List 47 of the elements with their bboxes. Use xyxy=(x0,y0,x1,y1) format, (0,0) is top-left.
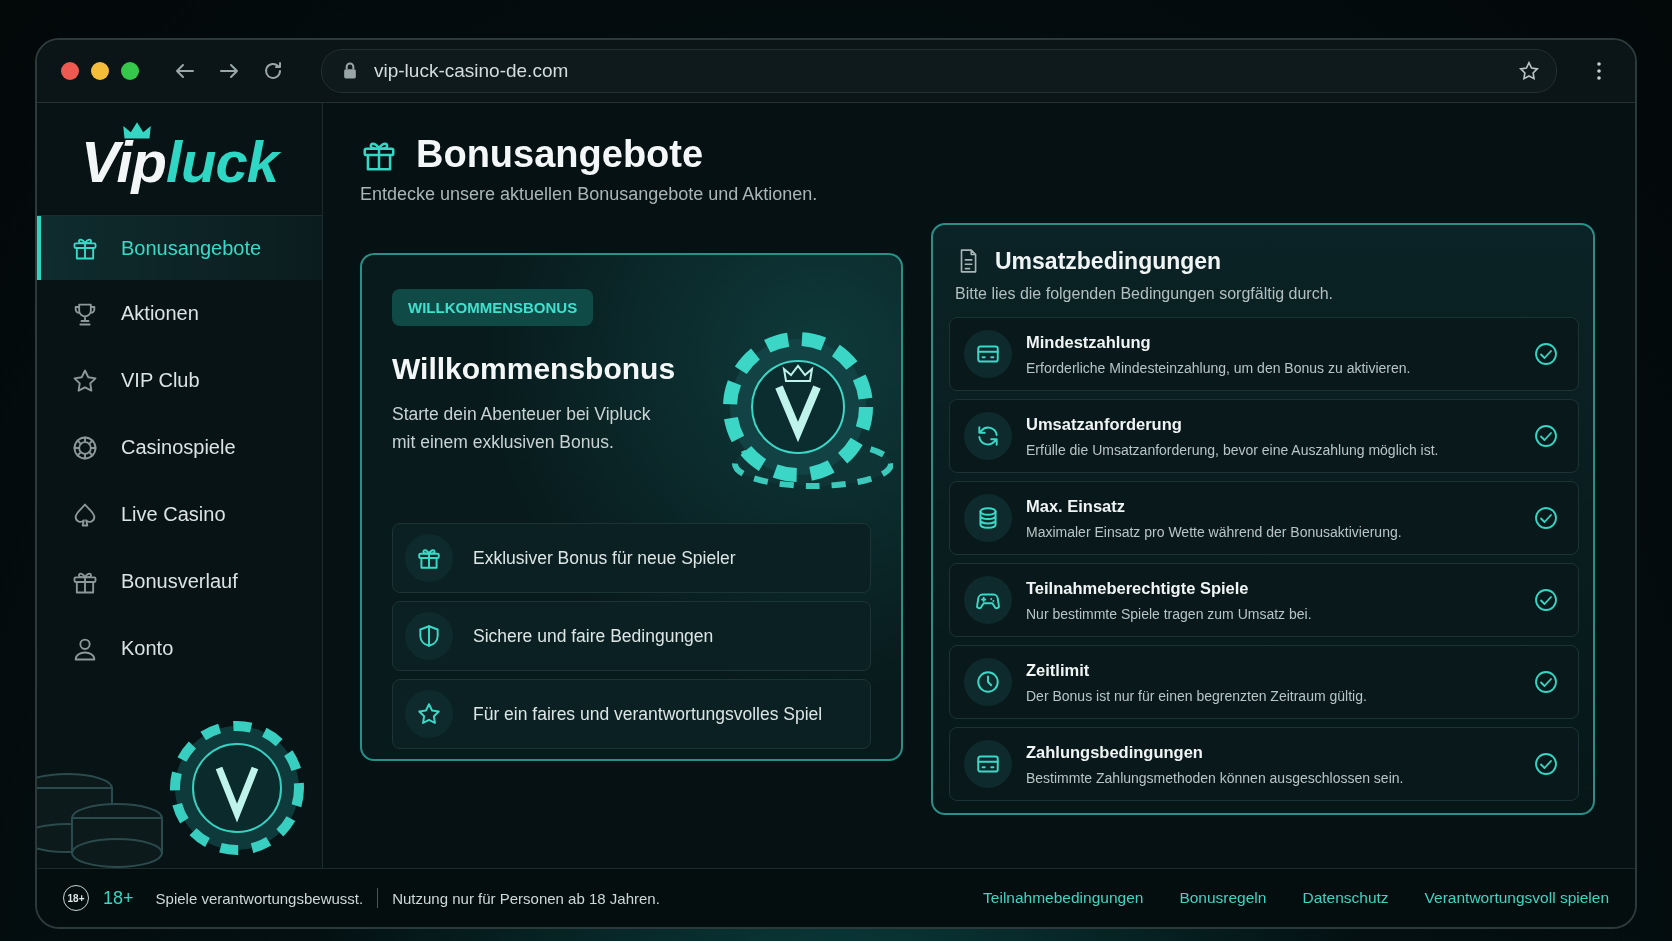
sidebar-item[interactable]: VIP Club xyxy=(37,347,322,414)
bonus-badge: WILLKOMMENSBONUS xyxy=(392,289,594,326)
footer-link[interactable]: Datenschutz xyxy=(1302,889,1389,907)
term-title: Max. Einsatz xyxy=(1026,496,1127,516)
term-title: Zeitlimit xyxy=(1026,660,1091,680)
term-description: Bestimmte Zahlungsmethoden können ausgeschlossen sein. xyxy=(1026,769,1405,786)
sidebar-item[interactable]: Live Casino xyxy=(37,481,322,548)
page-title: Bonusangebote xyxy=(416,133,704,176)
term-title: Teilnahmeberechtigte Spiele xyxy=(1026,578,1250,598)
card-title: Umsatzbedingungen xyxy=(995,247,1222,275)
clock-icon xyxy=(975,669,1001,695)
card-description: Starte dein Abenteuer bei Vipluck mit einem exklusiven Bonus. xyxy=(392,403,652,454)
footer-notice: Nutzung nur für Personen ab 18 Jahren. xyxy=(392,889,660,907)
feature-text: Für ein faires und verantwortungsvolles Spiel xyxy=(473,703,823,725)
refresh-icon xyxy=(975,423,1001,449)
footer-notice: Spiele verantwortungsbewusst. xyxy=(155,889,364,907)
term-description: Erfülle die Umsatzanforderung, bevor eine Auszahlung möglich ist. xyxy=(1026,441,1440,458)
sidebar-item[interactable]: Bonusverlauf xyxy=(37,548,322,615)
page-subtitle: Entdecke unsere aktuellen Bonusangebote und Aktionen. xyxy=(360,184,819,205)
term-description: Nur bestimmte Spiele tragen zum Umsatz bei. xyxy=(1026,605,1313,622)
shield-icon xyxy=(416,623,442,649)
maximize-dot[interactable] xyxy=(121,62,139,80)
footer-link[interactable]: Teilnahmebedingungen xyxy=(983,889,1144,907)
age-label: 18+ xyxy=(103,887,134,909)
sidebar-item[interactable]: Bonusangebote xyxy=(37,216,322,280)
crown-icon xyxy=(121,121,152,141)
close-dot[interactable] xyxy=(61,62,79,80)
url-text: vip-luck-casino-de.com xyxy=(374,60,570,82)
star-icon xyxy=(416,701,442,727)
footer-link[interactable]: Bonusregeln xyxy=(1179,889,1267,907)
term-description: Der Bonus ist nur für einen begrenzten Zeitraum gültig. xyxy=(1026,687,1368,704)
bookmark-star-icon[interactable] xyxy=(1518,60,1540,82)
term-description: Erforderliche Mindesteinzahlung, um den Bonus zu aktivieren. xyxy=(1026,359,1412,376)
feature-text: Sichere und faire Bedingungen xyxy=(473,625,714,647)
term-title: Mindestzahlung xyxy=(1026,332,1152,352)
term-description: Maximaler Einsatz pro Wette während der Bonusaktivierung. xyxy=(1026,523,1403,540)
footer-link[interactable]: Verantwortungsvoll spielen xyxy=(1424,889,1609,907)
sidebar-item[interactable]: Konto xyxy=(37,615,322,682)
card-subtitle: Bitte lies die folgenden Bedingungen sorgfältig durch. xyxy=(955,285,1335,303)
sidebar-item[interactable]: Aktionen xyxy=(37,280,322,347)
card-title: Willkommensbonus xyxy=(392,352,676,386)
term-title: Umsatzanforderung xyxy=(1026,414,1183,434)
sidebar-item[interactable]: Casinospiele xyxy=(37,414,322,481)
minimize-dot[interactable] xyxy=(91,62,109,80)
address-bar[interactable]: vip-luck-casino-de.com xyxy=(321,49,1557,93)
feature-text: Exklusiver Bonus für neue Spieler xyxy=(473,547,736,569)
term-title: Zahlungsbedingungen xyxy=(1026,742,1204,762)
